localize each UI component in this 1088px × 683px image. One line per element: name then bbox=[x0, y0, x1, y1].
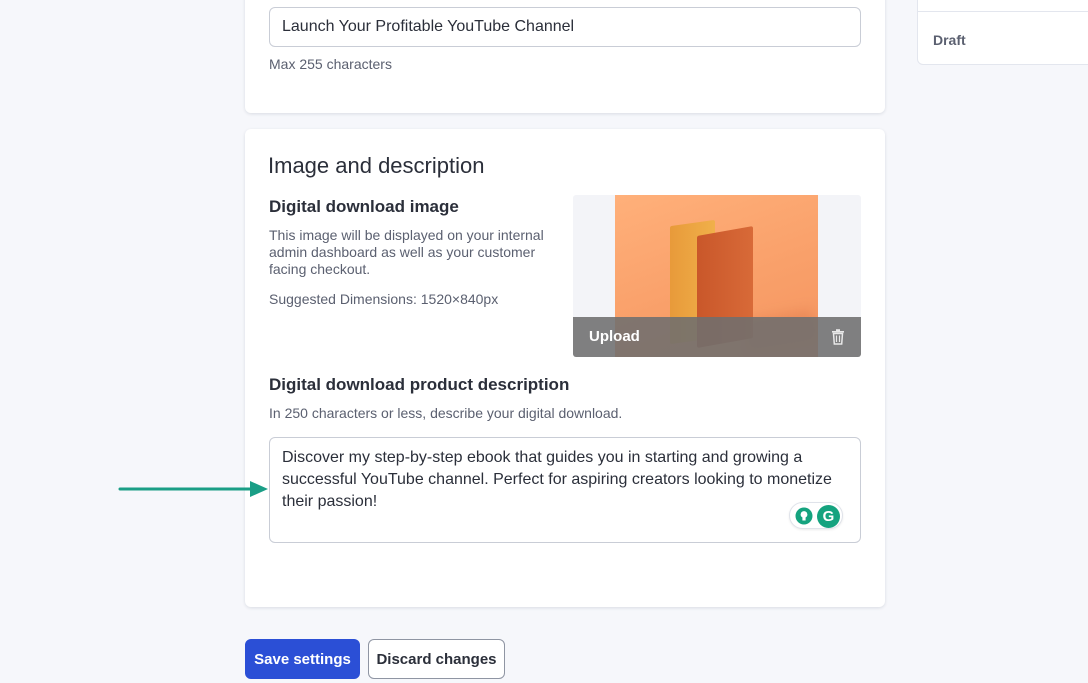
image-field-label: Digital download image bbox=[269, 197, 459, 216]
description-textarea[interactable]: Discover my step-by-step ebook that guid… bbox=[269, 437, 861, 543]
trash-icon[interactable] bbox=[829, 328, 847, 346]
section-title: Image and description bbox=[268, 153, 485, 178]
image-help-text: This image will be displayed on your int… bbox=[269, 227, 544, 277]
grammarly-widget[interactable]: G bbox=[789, 502, 843, 529]
status-draft[interactable]: Draft bbox=[933, 32, 966, 48]
status-card: Draft bbox=[917, 0, 1088, 65]
save-settings-button[interactable]: Save settings bbox=[245, 639, 360, 679]
arrow-icon bbox=[118, 481, 268, 497]
bulb-icon[interactable] bbox=[795, 507, 813, 525]
description-field-label: Digital download product description bbox=[269, 375, 570, 394]
discard-changes-button[interactable]: Discard changes bbox=[368, 639, 505, 679]
image-dimensions-hint: Suggested Dimensions: 1520×840px bbox=[269, 291, 499, 307]
grammarly-icon[interactable]: G bbox=[817, 505, 840, 528]
description-help-text: In 250 characters or less, describe your… bbox=[269, 405, 623, 421]
image-preview[interactable]: Upload bbox=[573, 195, 861, 357]
title-char-limit-hint: Max 255 characters bbox=[269, 56, 392, 72]
upload-button[interactable]: Upload bbox=[589, 328, 640, 345]
upload-bar: Upload bbox=[573, 317, 861, 357]
status-card-divider bbox=[918, 11, 1088, 12]
product-title-input[interactable] bbox=[269, 7, 861, 47]
